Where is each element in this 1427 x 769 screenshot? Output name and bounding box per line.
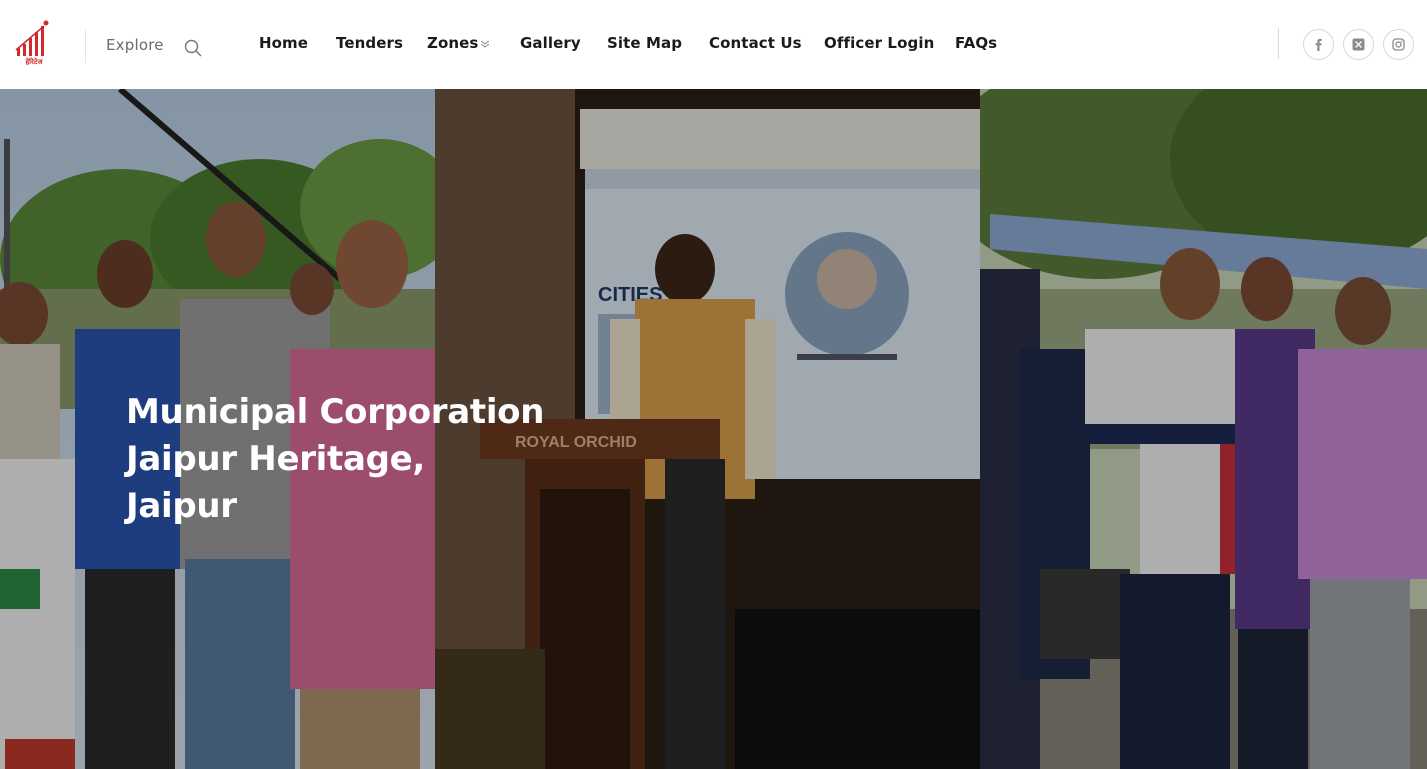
instagram-icon [1392,38,1405,51]
hero-title-line: Jaipur Heritage, [126,439,426,479]
facebook-icon [1315,38,1322,51]
hero-title: Municipal Corporation Jaipur Heritage, J… [126,389,544,530]
hero-banner: CITIES FO ROYAL ORCHID Municipal Corpora… [0,89,1427,769]
chevron-down-icon[interactable] [480,40,490,48]
nav-officer-login[interactable]: Officer Login [824,34,934,52]
nav-contact-us[interactable]: Contact Us [709,34,802,52]
nav-gallery[interactable]: Gallery [520,34,581,52]
facebook-link[interactable] [1303,29,1334,60]
nav-home[interactable]: Home [259,34,308,52]
search-icon[interactable] [183,38,203,58]
instagram-link[interactable] [1383,29,1414,60]
site-header: हेरिटेज Explore Home Tenders Zones Galle… [0,0,1427,89]
site-logo[interactable]: हेरिटेज [15,20,53,68]
nav-site-map[interactable]: Site Map [607,34,682,52]
nav-faqs[interactable]: FAQs [955,34,997,52]
hero-title-line: Jaipur [126,486,237,526]
explore-label[interactable]: Explore [106,36,164,54]
x-link[interactable] [1343,29,1374,60]
header-divider [85,30,86,63]
x-icon [1352,38,1365,51]
nav-zones[interactable]: Zones [427,34,478,52]
logo-text: हेरिटेज [25,58,43,66]
nav-tenders[interactable]: Tenders [336,34,403,52]
hero-title-line: Municipal Corporation [126,392,545,432]
header-divider-right [1278,28,1279,59]
logo-graphic-icon [15,20,49,56]
